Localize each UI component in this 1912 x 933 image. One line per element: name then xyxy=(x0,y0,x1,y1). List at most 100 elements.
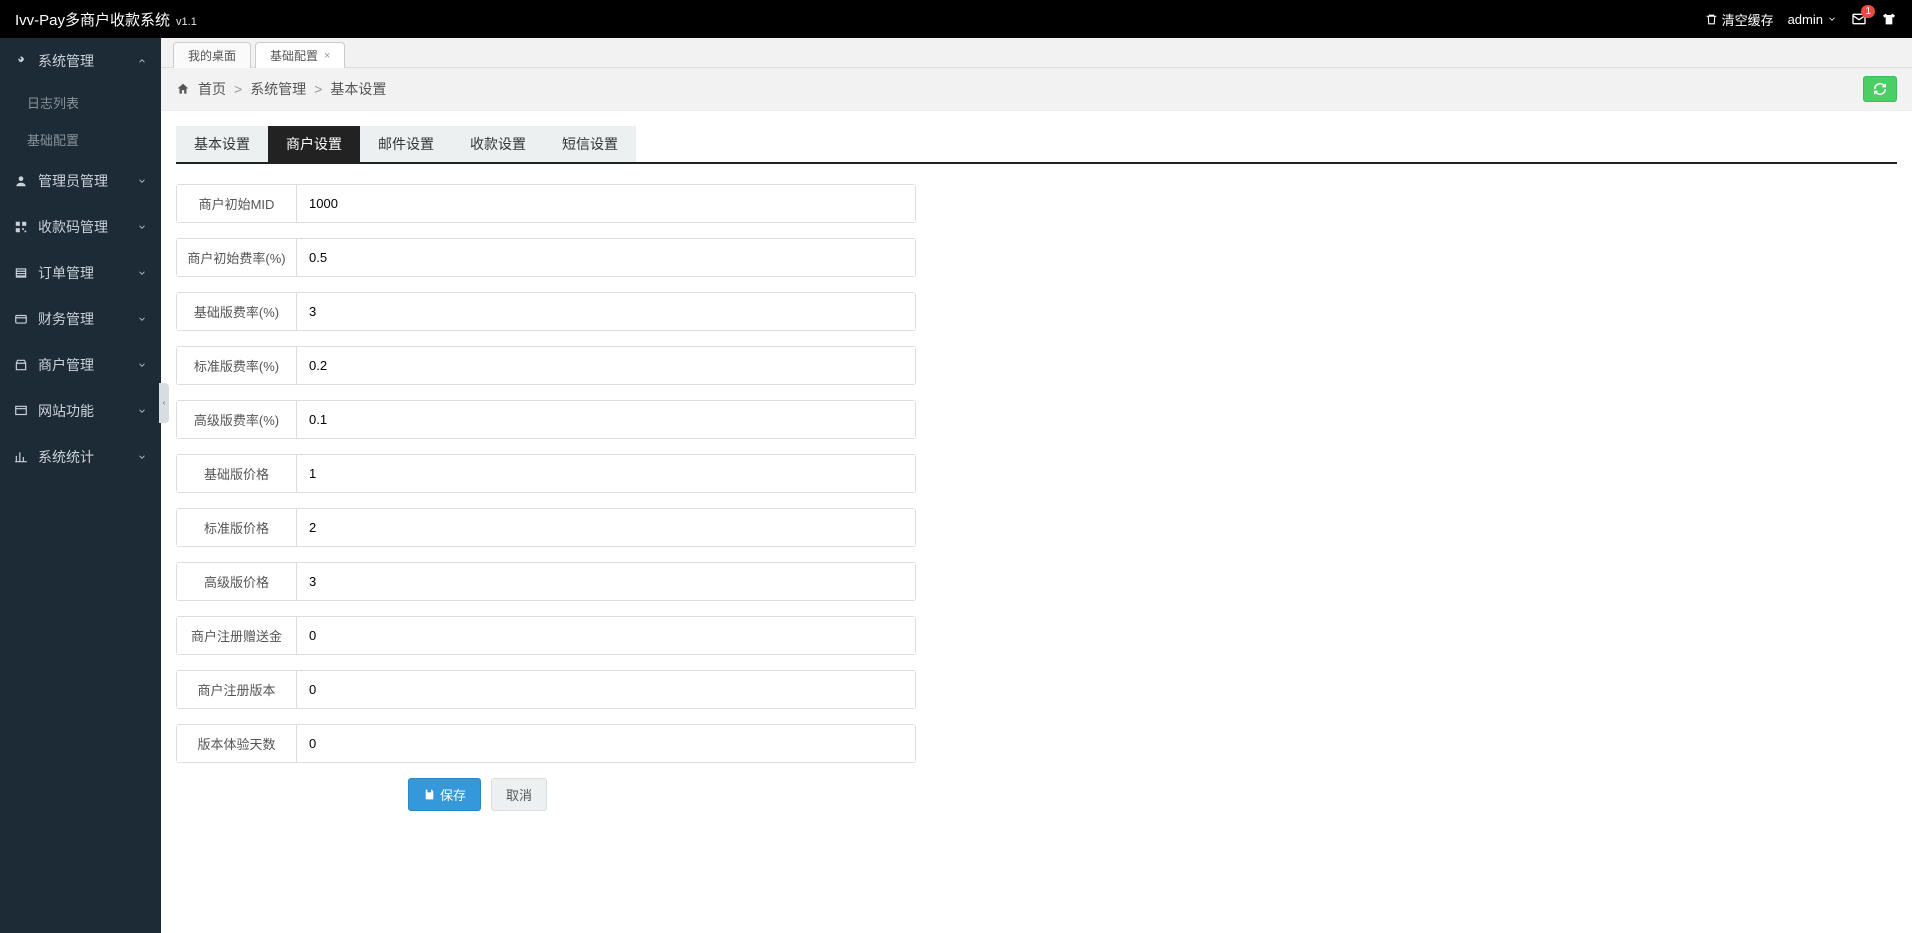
list-icon xyxy=(14,266,28,280)
page-tab[interactable]: 基础配置 × xyxy=(255,42,345,68)
save-button[interactable]: 保存 xyxy=(408,778,481,811)
inner-tab[interactable]: 商户设置 xyxy=(268,126,360,162)
page-tabs: 我的桌面 基础配置 × xyxy=(161,38,1912,68)
form-row: 基础版费率(%) xyxy=(176,292,916,331)
inner-tab[interactable]: 基本设置 xyxy=(176,126,268,162)
form-input[interactable] xyxy=(297,239,915,276)
sidebar-item-label: 系统统计 xyxy=(38,447,94,467)
form-row: 标准版费率(%) xyxy=(176,346,916,385)
inner-tab[interactable]: 邮件设置 xyxy=(360,126,452,162)
mail-button[interactable]: 1 xyxy=(1851,11,1867,27)
qrcode-icon xyxy=(14,220,28,234)
form-input[interactable] xyxy=(297,725,915,762)
sidebar-item-label: 订单管理 xyxy=(38,263,94,283)
chevron-down-icon xyxy=(1827,14,1837,24)
sidebar-item-wallet[interactable]: 财务管理 xyxy=(0,296,161,342)
sidebar-item-label: 商户管理 xyxy=(38,355,94,375)
cancel-button[interactable]: 取消 xyxy=(491,778,547,811)
app-version: v1.1 xyxy=(176,16,197,28)
page-tab[interactable]: 我的桌面 xyxy=(173,42,251,68)
user-menu[interactable]: admin xyxy=(1788,12,1837,27)
form-label: 标准版费率(%) xyxy=(177,347,297,384)
form-actions: 保存 取消 xyxy=(408,778,1897,811)
inner-tab[interactable]: 短信设置 xyxy=(544,126,636,162)
app-header: Ivv-Pay多商户收款系统 v1.1 清空缓存 admin 1 xyxy=(0,0,1912,38)
form-row: 版本体验天数 xyxy=(176,724,916,763)
site-icon xyxy=(14,404,28,418)
form-row: 商户初始MID xyxy=(176,184,916,223)
form-label: 商户初始MID xyxy=(177,185,297,222)
form-input[interactable] xyxy=(297,509,915,546)
close-icon[interactable]: × xyxy=(324,50,330,62)
content-body: 基本设置商户设置邮件设置收款设置短信设置 商户初始MID 商户初始费率(%) 基础版… xyxy=(161,111,1912,933)
user-icon xyxy=(14,174,28,188)
sidebar-item-list[interactable]: 订单管理 xyxy=(0,250,161,296)
chevron-down-icon xyxy=(137,176,147,186)
sidebar-item-tools[interactable]: 系统管理 xyxy=(0,38,161,84)
header-right: 清空缓存 admin 1 xyxy=(1705,10,1897,29)
chevron-down-icon xyxy=(137,452,147,462)
refresh-icon xyxy=(1873,82,1887,96)
clear-cache-button[interactable]: 清空缓存 xyxy=(1705,10,1774,29)
shirt-icon xyxy=(1881,11,1897,27)
chevron-down-icon xyxy=(137,406,147,416)
wallet-icon xyxy=(14,312,28,326)
sidebar-sub-item[interactable]: 日志列表 xyxy=(0,84,161,121)
form-row: 商户注册赠送金 xyxy=(176,616,916,655)
shop-icon xyxy=(14,358,28,372)
tools-icon xyxy=(14,54,28,68)
sidebar-item-shop[interactable]: 商户管理 xyxy=(0,342,161,388)
chevron-down-icon xyxy=(137,314,147,324)
inner-tabs: 基本设置商户设置邮件设置收款设置短信设置 xyxy=(176,126,1897,164)
sidebar-item-label: 收款码管理 xyxy=(38,217,108,237)
form-input[interactable] xyxy=(297,563,915,600)
chevron-up-icon xyxy=(137,56,147,66)
theme-button[interactable] xyxy=(1881,11,1897,27)
form-row: 高级版费率(%) xyxy=(176,400,916,439)
sidebar-item-qrcode[interactable]: 收款码管理 xyxy=(0,204,161,250)
form-input[interactable] xyxy=(297,401,915,438)
sidebar-sub-item[interactable]: 基础配置 xyxy=(0,121,161,158)
user-name: admin xyxy=(1788,12,1823,27)
form-input[interactable] xyxy=(297,347,915,384)
sidebar-item-user[interactable]: 管理员管理 xyxy=(0,158,161,204)
form-row: 标准版价格 xyxy=(176,508,916,547)
sidebar-item-label: 财务管理 xyxy=(38,309,94,329)
form-row: 高级版价格 xyxy=(176,562,916,601)
header-left: Ivv-Pay多商户收款系统 v1.1 xyxy=(15,9,197,30)
form-input[interactable] xyxy=(297,185,915,222)
sidebar-collapse-handle[interactable] xyxy=(159,383,169,423)
refresh-button[interactable] xyxy=(1863,76,1897,102)
sidebar-item-label: 网站功能 xyxy=(38,401,94,421)
sidebar-item-label: 系统管理 xyxy=(38,51,94,71)
form-input[interactable] xyxy=(297,455,915,492)
form-label: 标准版价格 xyxy=(177,509,297,546)
form-input[interactable] xyxy=(297,671,915,708)
breadcrumb-item[interactable]: 系统管理 xyxy=(250,79,306,99)
breadcrumb: 首页 > 系统管理 > 基本设置 xyxy=(176,79,386,99)
form-row: 商户注册版本 xyxy=(176,670,916,709)
form-input[interactable] xyxy=(297,617,915,654)
form-row: 基础版价格 xyxy=(176,454,916,493)
app-title: Ivv-Pay多商户收款系统 xyxy=(15,9,170,30)
form-input[interactable] xyxy=(297,293,915,330)
form-label: 版本体验天数 xyxy=(177,725,297,762)
form-row: 商户初始费率(%) xyxy=(176,238,916,277)
form-label: 商户注册赠送金 xyxy=(177,617,297,654)
form-label: 高级版价格 xyxy=(177,563,297,600)
sidebar-item-chart[interactable]: 系统统计 xyxy=(0,434,161,480)
page-tab-label: 基础配置 xyxy=(270,47,318,64)
sidebar-item-site[interactable]: 网站功能 xyxy=(0,388,161,434)
clear-cache-label: 清空缓存 xyxy=(1722,10,1774,29)
breadcrumb-item: 基本设置 xyxy=(330,79,386,99)
cancel-label: 取消 xyxy=(506,785,532,804)
mail-badge: 1 xyxy=(1861,5,1875,18)
settings-form: 商户初始MID 商户初始费率(%) 基础版费率(%) 标准版费率(%) 高级版费率(%)… xyxy=(176,184,1897,763)
inner-tab[interactable]: 收款设置 xyxy=(452,126,544,162)
breadcrumb-sep: > xyxy=(314,81,322,97)
page-tab-label: 我的桌面 xyxy=(188,47,236,64)
sidebar-item-label: 管理员管理 xyxy=(38,171,108,191)
save-label: 保存 xyxy=(440,785,466,804)
chevron-down-icon xyxy=(137,222,147,232)
breadcrumb-home[interactable]: 首页 xyxy=(198,79,226,99)
